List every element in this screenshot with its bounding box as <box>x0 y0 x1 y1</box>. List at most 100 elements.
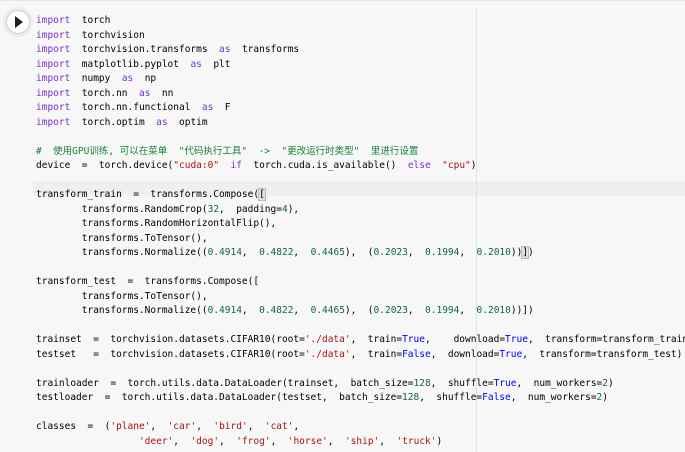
code-token: , download= <box>430 348 500 360</box>
code-line: import numpy as np <box>36 72 685 87</box>
code-line: transforms.ToTensor(), <box>36 290 685 305</box>
code-token: , download= <box>424 334 506 345</box>
code-token: as <box>201 102 214 113</box>
code-token: , <box>270 435 288 447</box>
code-token: True <box>499 348 523 360</box>
code-line: trainloader = torch.utils.data.DataLoade… <box>36 377 685 392</box>
code-token: as <box>156 116 168 128</box>
code-token: , num_workers= <box>516 377 603 389</box>
code-line: testloader = torch.utils.data.DataLoader… <box>36 391 685 406</box>
code-token: torch.optim <box>70 116 157 128</box>
code-token: 0.4465 <box>310 305 345 316</box>
code-token: ), <box>287 203 300 215</box>
code-token: ) <box>602 392 609 403</box>
code-token: )) <box>510 247 523 258</box>
code-editor[interactable]: import torch import torchvision import tor… <box>36 14 685 449</box>
code-token: True <box>493 377 517 389</box>
code-token: , <box>407 305 426 316</box>
code-token: torch.nn.functional <box>70 102 202 113</box>
code-token: transforms.RandomHorizontalFlip(), <box>36 218 277 229</box>
code-token: transforms.ToTensor(), <box>36 232 208 244</box>
code-token: , num_workers= <box>510 392 597 403</box>
code-token: import <box>36 58 71 70</box>
code-token: 'horse' <box>287 435 328 447</box>
code-token: , <box>293 421 300 432</box>
code-line: # 使用GPU训练, 可以在菜单 "代码执行工具" -> "更改运行时类型" 里… <box>36 145 685 160</box>
code-token: nn <box>150 87 174 99</box>
code-token: 0.4914 <box>207 247 242 258</box>
code-token: 'dog' <box>190 435 220 447</box>
code-token: if <box>230 160 242 171</box>
code-token: classes = ( <box>36 421 111 432</box>
code-token: optim <box>167 116 208 128</box>
code-token: transform_test = transforms.Compose([ <box>36 276 260 287</box>
code-line: 'deer', 'dog', 'frog', 'horse', 'ship', … <box>36 435 685 450</box>
code-token: torchvision.transforms <box>70 44 220 55</box>
code-cell[interactable]: import torch import torchvision import tor… <box>0 0 685 452</box>
code-token: 'plane' <box>110 421 151 432</box>
code-token: torch <box>70 15 111 26</box>
code-token: , train= <box>350 334 403 345</box>
code-token: ) <box>528 247 534 258</box>
code-line: import torch.nn as nn <box>36 87 685 102</box>
code-token: ) <box>436 435 443 447</box>
code-token: 0.4914 <box>207 305 242 316</box>
code-token: device = torch.device( <box>36 160 174 171</box>
code-token: 0.1994 <box>425 305 460 316</box>
code-token: 'truck' <box>396 435 437 447</box>
code-token: transform_train = transforms.Compose( <box>36 189 260 200</box>
code-token: 'bird' <box>213 421 248 432</box>
code-token: , <box>241 305 260 316</box>
code-token: testloader = torch.utils.data.DataLoader… <box>36 392 403 403</box>
code-token: "cpu" <box>442 160 471 171</box>
code-token: torchvision <box>70 29 145 41</box>
code-token: 'frog' <box>236 435 271 447</box>
code-token: trainset = torchvision.datasets.CIFAR10(… <box>36 334 305 345</box>
code-line: trainset = torchvision.datasets.CIFAR10(… <box>36 333 685 348</box>
code-token: , <box>293 247 311 258</box>
code-token: 128 <box>413 377 431 389</box>
code-token: 0.4822 <box>259 305 294 316</box>
code-token: 'car' <box>167 421 197 432</box>
code-token: import <box>36 44 71 55</box>
code-token: , shuffle= <box>419 392 483 403</box>
code-token: , shuffle= <box>430 377 494 389</box>
code-token: trainloader = torch.utils.data.DataLoade… <box>36 377 414 389</box>
code-token: as <box>190 58 202 70</box>
code-token: import <box>36 116 71 128</box>
run-cell-button[interactable] <box>6 10 30 34</box>
code-line: transform_train = transforms.Compose([ <box>36 188 685 203</box>
code-token: import <box>36 87 71 99</box>
code-token: transforms.ToTensor(), <box>36 290 208 302</box>
code-line: device = torch.device("cuda:0" if torch.… <box>36 159 685 174</box>
code-token: , <box>241 247 260 258</box>
code-token: './data' <box>304 334 351 345</box>
code-token: import <box>36 73 71 84</box>
code-token: , <box>196 421 214 432</box>
code-token: True <box>402 334 425 345</box>
code-token: testset = torchvision.datasets.CIFAR10(r… <box>36 348 305 360</box>
code-token: , <box>379 435 397 447</box>
code-token: import <box>36 102 71 113</box>
code-token: ), ( <box>344 305 374 316</box>
code-line: import torchvision <box>36 29 685 44</box>
code-token: # 使用GPU训练, 可以在菜单 "代码执行工具" -> "更改运行时类型" 里… <box>36 145 419 157</box>
code-line: transforms.RandomHorizontalFlip(), <box>36 217 685 232</box>
code-token: , <box>459 305 477 316</box>
code-token: , <box>327 435 345 447</box>
code-token: './data' <box>304 348 351 360</box>
code-line: transforms.Normalize((0.4914, 0.4822, 0.… <box>36 304 685 319</box>
code-token: 32 <box>207 203 220 215</box>
code-token: 'deer' <box>138 435 174 447</box>
text-cursor <box>264 188 266 199</box>
code-token: , <box>150 421 168 432</box>
code-line: import torchvision.transforms as transfo… <box>36 43 685 58</box>
code-token: 0.2010 <box>476 247 511 258</box>
code-token: , transform=transform_train) <box>527 334 685 345</box>
code-line: import torch.nn.functional as F <box>36 101 685 116</box>
